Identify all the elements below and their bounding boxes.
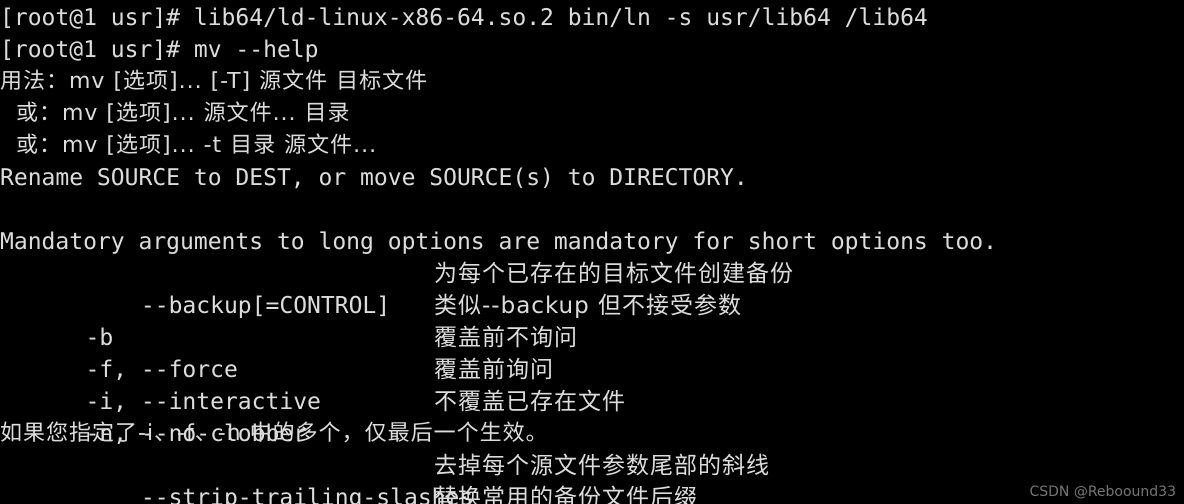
option-row-backup: --backup[=CONTROL] 为每个已存在的目标文件创建备份 bbox=[0, 258, 1184, 319]
option-row-b: -b 类似--backup 但不接受参数 bbox=[0, 290, 1184, 351]
terminal-line-command-mv-help: [root@1 usr]# mv --help bbox=[0, 37, 319, 63]
option-description-backup: 为每个已存在的目标文件创建备份 bbox=[434, 261, 794, 287]
terminal-line-mandatory-note: Mandatory arguments to long options are … bbox=[0, 229, 997, 255]
option-description-interactive: 覆盖前询问 bbox=[434, 357, 554, 383]
option-description-b: 类似--backup 但不接受参数 bbox=[434, 293, 743, 319]
terminal-line-command-ln: [root@1 usr]# lib64/ld-linux-x86-64.so.2… bbox=[0, 5, 928, 31]
option-row-strip-trailing-slashes: --strip-trailing-slashes 去掉每个源文件参数尾部的斜线 bbox=[0, 450, 1184, 504]
terminal-window[interactable]: [root@1 usr]# lib64/ld-linux-x86-64.so.2… bbox=[0, 0, 1184, 504]
option-flag-no-clobber: -n, --no-clobber bbox=[57, 421, 308, 447]
option-description-suffix: 替换常用的备份文件后缀 bbox=[434, 485, 698, 504]
terminal-output: [root@1 usr]# lib64/ld-linux-x86-64.so.2… bbox=[0, 2, 1184, 504]
terminal-line-usage-1: 用法：mv [选项]... [-T] 源文件 目标文件 bbox=[0, 69, 429, 94]
terminal-line-summary: Rename SOURCE to DEST, or move SOURCE(s)… bbox=[0, 165, 748, 191]
option-description-no-clobber: 不覆盖已存在文件 bbox=[434, 389, 626, 415]
terminal-line-usage-3: 或：mv [选项]... -t 目录 源文件... bbox=[0, 133, 378, 158]
option-row-interactive: -i, --interactive 覆盖前询问 bbox=[0, 354, 1184, 415]
option-row-no-clobber: -n, --no-clobber 不覆盖已存在文件 bbox=[0, 386, 1184, 447]
option-row-suffix: -S, --suffix=SUFFIX 替换常用的备份文件后缀 bbox=[0, 482, 1184, 504]
terminal-line-usage-2: 或：mv [选项]... 源文件... 目录 bbox=[0, 101, 351, 126]
option-description-force: 覆盖前不询问 bbox=[434, 325, 578, 351]
option-description-strip-trailing-slashes: 去掉每个源文件参数尾部的斜线 bbox=[434, 453, 770, 479]
option-row-force: -f, --force 覆盖前不询问 bbox=[0, 322, 1184, 383]
